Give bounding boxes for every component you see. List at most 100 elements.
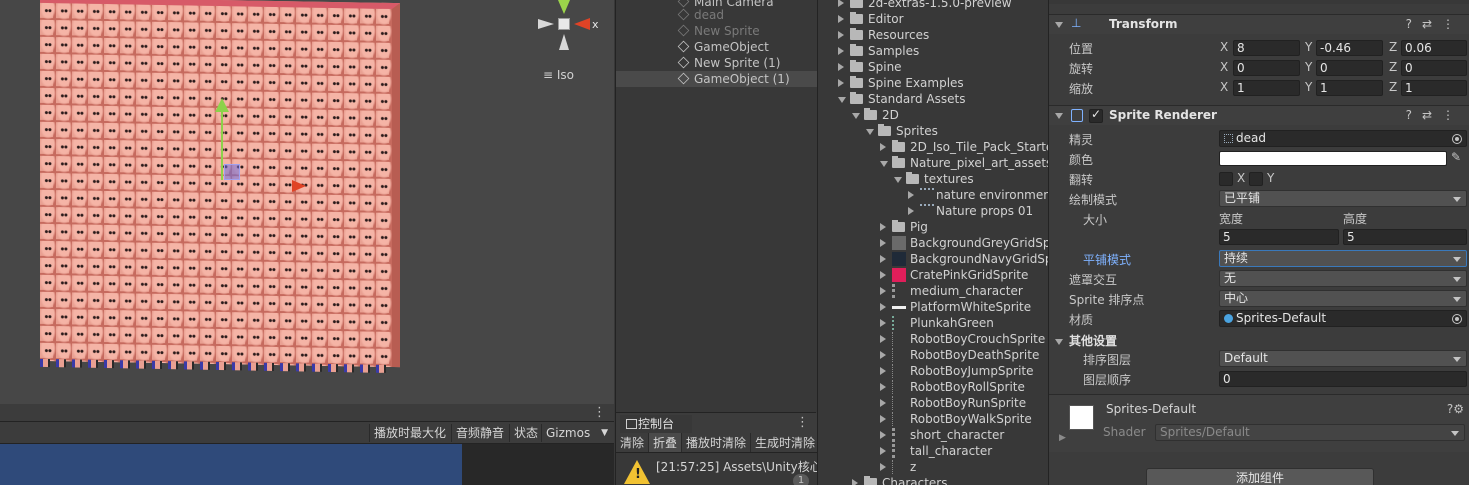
- sprite-renderer-header[interactable]: Sprite Renderer ?⇄⋮: [1049, 105, 1469, 125]
- width-field[interactable]: 5: [1219, 229, 1339, 245]
- hierarchy-item[interactable]: dead: [616, 7, 817, 23]
- position-y-field[interactable]: -0.46: [1316, 40, 1383, 56]
- flip-y-checkbox[interactable]: [1249, 172, 1263, 186]
- rotation-z-field[interactable]: 0: [1401, 60, 1467, 76]
- draw-mode-dropdown[interactable]: 已平铺: [1219, 190, 1467, 207]
- expand-arrow-icon[interactable]: [838, 15, 844, 23]
- rotation-y-field[interactable]: 0: [1316, 60, 1383, 76]
- console-message-row[interactable]: ! [21:57:25] Assets\Unity核心教 1: [616, 454, 817, 485]
- expand-arrow-icon[interactable]: [838, 79, 844, 87]
- hierarchy-item[interactable]: New Sprite (1): [616, 55, 817, 71]
- scene-orientation-gizmo[interactable]: x: [536, 0, 600, 56]
- expand-arrow-icon[interactable]: [880, 143, 886, 151]
- kebab-icon[interactable]: ⋮: [1442, 108, 1464, 122]
- mask-interaction-dropdown[interactable]: 无: [1219, 270, 1467, 287]
- move-gizmo-plane-handle[interactable]: [224, 164, 240, 180]
- move-gizmo-x-arrow-icon[interactable]: [292, 180, 306, 192]
- preset-icon[interactable]: ⇄: [1422, 108, 1442, 122]
- collapse-arrow-icon[interactable]: [880, 161, 888, 167]
- scale-x-field[interactable]: 1: [1233, 80, 1300, 96]
- orientation-cube-icon[interactable]: [558, 18, 570, 30]
- transform-header[interactable]: ⊥ Transform ?⇄⋮: [1049, 14, 1469, 34]
- expand-arrow-icon[interactable]: [880, 351, 886, 359]
- hierarchy-item[interactable]: GameObject: [616, 39, 817, 55]
- add-component-button[interactable]: 添加组件: [1146, 468, 1374, 485]
- material-field[interactable]: Sprites-Default: [1219, 310, 1467, 327]
- expand-arrow-icon[interactable]: [908, 207, 914, 215]
- help-icon[interactable]: ?: [1406, 17, 1422, 31]
- scale-y-field[interactable]: 1: [1316, 80, 1383, 96]
- expand-arrow-icon[interactable]: [908, 191, 914, 199]
- expand-arrow-icon[interactable]: [880, 239, 886, 247]
- mute-audio-button[interactable]: 音频静音: [451, 424, 508, 442]
- rotation-x-field[interactable]: 0: [1233, 60, 1300, 76]
- expand-arrow-icon[interactable]: [880, 319, 886, 327]
- collapse-arrow-icon[interactable]: [866, 129, 874, 135]
- component-header-icons[interactable]: ?⇄⋮: [1406, 17, 1464, 31]
- collapse-button[interactable]: 折叠: [649, 433, 683, 452]
- position-x-field[interactable]: 8: [1233, 40, 1300, 56]
- orientation-x-arrow-icon[interactable]: [574, 18, 590, 30]
- tiled-pig-sprite[interactable]: [40, 0, 400, 374]
- expand-arrow-icon[interactable]: [852, 479, 858, 485]
- material-foldout-arrow-icon[interactable]: ▶: [1059, 433, 1066, 443]
- position-z-field[interactable]: 0.06: [1401, 40, 1467, 56]
- expand-arrow-icon[interactable]: [880, 431, 886, 439]
- orientation-left-arrow-icon[interactable]: [538, 19, 554, 29]
- enable-checkbox[interactable]: [1089, 107, 1103, 123]
- game-menu-kebab-icon[interactable]: ⋮: [593, 405, 606, 420]
- gizmos-dropdown[interactable]: Gizmos ▼: [541, 424, 614, 442]
- expand-arrow-icon[interactable]: [880, 335, 886, 343]
- tile-mode-dropdown[interactable]: 持续: [1219, 250, 1467, 267]
- kebab-icon[interactable]: ⋮: [1442, 17, 1464, 31]
- clear-button[interactable]: 清除: [616, 433, 650, 452]
- collapse-arrow-icon[interactable]: [838, 97, 846, 103]
- expand-arrow-icon[interactable]: [838, 0, 844, 7]
- expand-arrow-icon[interactable]: [880, 271, 886, 279]
- component-header-icons[interactable]: ?⇄⋮: [1406, 108, 1464, 122]
- sorting-layer-dropdown[interactable]: Default: [1219, 350, 1467, 367]
- projection-toggle[interactable]: ≡ Iso: [543, 68, 574, 82]
- settings-gear-icon[interactable]: ⚙: [1453, 402, 1464, 416]
- material-header-icons[interactable]: ?⚙: [1447, 402, 1464, 416]
- orientation-up-arrow-icon[interactable]: [558, 0, 570, 14]
- expand-arrow-icon[interactable]: [838, 63, 844, 71]
- expand-arrow-icon[interactable]: [838, 31, 844, 39]
- expand-arrow-icon[interactable]: [838, 47, 844, 55]
- sort-point-dropdown[interactable]: 中心: [1219, 290, 1467, 307]
- sprite-field[interactable]: dead: [1219, 130, 1467, 147]
- flip-x-checkbox[interactable]: [1219, 172, 1233, 186]
- eyedropper-icon[interactable]: ✎: [1451, 150, 1461, 164]
- foldout-arrow-icon[interactable]: [1055, 22, 1063, 28]
- height-field[interactable]: 5: [1343, 229, 1467, 245]
- expand-arrow-icon[interactable]: [880, 303, 886, 311]
- order-in-layer-field[interactable]: 0: [1219, 371, 1467, 387]
- game-render-area[interactable]: [0, 444, 462, 485]
- hierarchy-item[interactable]: New Sprite: [616, 23, 817, 39]
- expand-arrow-icon[interactable]: [880, 223, 886, 231]
- expand-arrow-icon[interactable]: [880, 367, 886, 375]
- object-picker-icon[interactable]: [1452, 134, 1462, 144]
- scene-view[interactable]: x ≡ Iso: [0, 0, 614, 404]
- clear-on-build-button[interactable]: 生成时清除: [751, 433, 817, 452]
- expand-arrow-icon[interactable]: [880, 415, 886, 423]
- maximize-on-play-button[interactable]: 播放时最大化: [369, 424, 450, 442]
- move-gizmo-y-arrow-icon[interactable]: [215, 98, 229, 112]
- console-menu-kebab-icon[interactable]: ⋮: [796, 415, 809, 430]
- orientation-down-arrow-icon[interactable]: [559, 34, 569, 50]
- color-swatch[interactable]: [1219, 151, 1447, 166]
- stats-button[interactable]: 状态: [509, 424, 542, 442]
- expand-arrow-icon[interactable]: [880, 383, 886, 391]
- collapse-arrow-icon[interactable]: [852, 113, 860, 119]
- hierarchy-item-selected[interactable]: GameObject (1): [616, 71, 817, 87]
- expand-arrow-icon[interactable]: [880, 255, 886, 263]
- foldout-arrow-icon[interactable]: [1055, 339, 1063, 345]
- move-gizmo-y-axis[interactable]: [221, 100, 223, 180]
- expand-arrow-icon[interactable]: [880, 399, 886, 407]
- tab-console[interactable]: 控制台: [620, 415, 692, 433]
- foldout-arrow-icon[interactable]: [1055, 113, 1063, 119]
- collapse-arrow-icon[interactable]: [894, 177, 902, 183]
- scale-z-field[interactable]: 1: [1401, 80, 1467, 96]
- shader-dropdown[interactable]: Sprites/Default: [1155, 424, 1465, 441]
- expand-arrow-icon[interactable]: [880, 447, 886, 455]
